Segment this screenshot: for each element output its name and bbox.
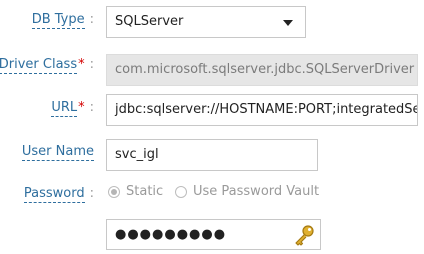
- db-type-label: DB Type:: [31, 12, 94, 29]
- url-label: URL*:: [51, 100, 94, 117]
- password-label: Password:: [23, 186, 94, 203]
- url-input[interactable]: jdbc:sqlserver://HOSTNAME:PORT;integrate…: [106, 94, 418, 126]
- user-name-input[interactable]: svc_igl: [106, 139, 318, 171]
- key-icon[interactable]: [292, 224, 316, 249]
- password-value: ●●●●●●●●●: [115, 227, 227, 242]
- user-name-label: User Name: [21, 144, 94, 161]
- password-input[interactable]: ●●●●●●●●●: [106, 219, 321, 250]
- chevron-down-icon: [283, 20, 293, 26]
- driver-class-field: com.microsoft.sqlserver.jdbc.SQLServerDr…: [106, 54, 418, 86]
- db-type-select[interactable]: SQLServer: [106, 6, 306, 38]
- radio-static[interactable]: Static: [108, 184, 163, 199]
- radio-static-dot[interactable]: [108, 185, 120, 198]
- radio-vault-dot[interactable]: [175, 185, 187, 198]
- radio-password-vault[interactable]: Use Password Vault: [175, 184, 319, 199]
- driver-class-label: Driver Class*:: [0, 57, 94, 74]
- db-type-value: SQLServer: [115, 14, 184, 29]
